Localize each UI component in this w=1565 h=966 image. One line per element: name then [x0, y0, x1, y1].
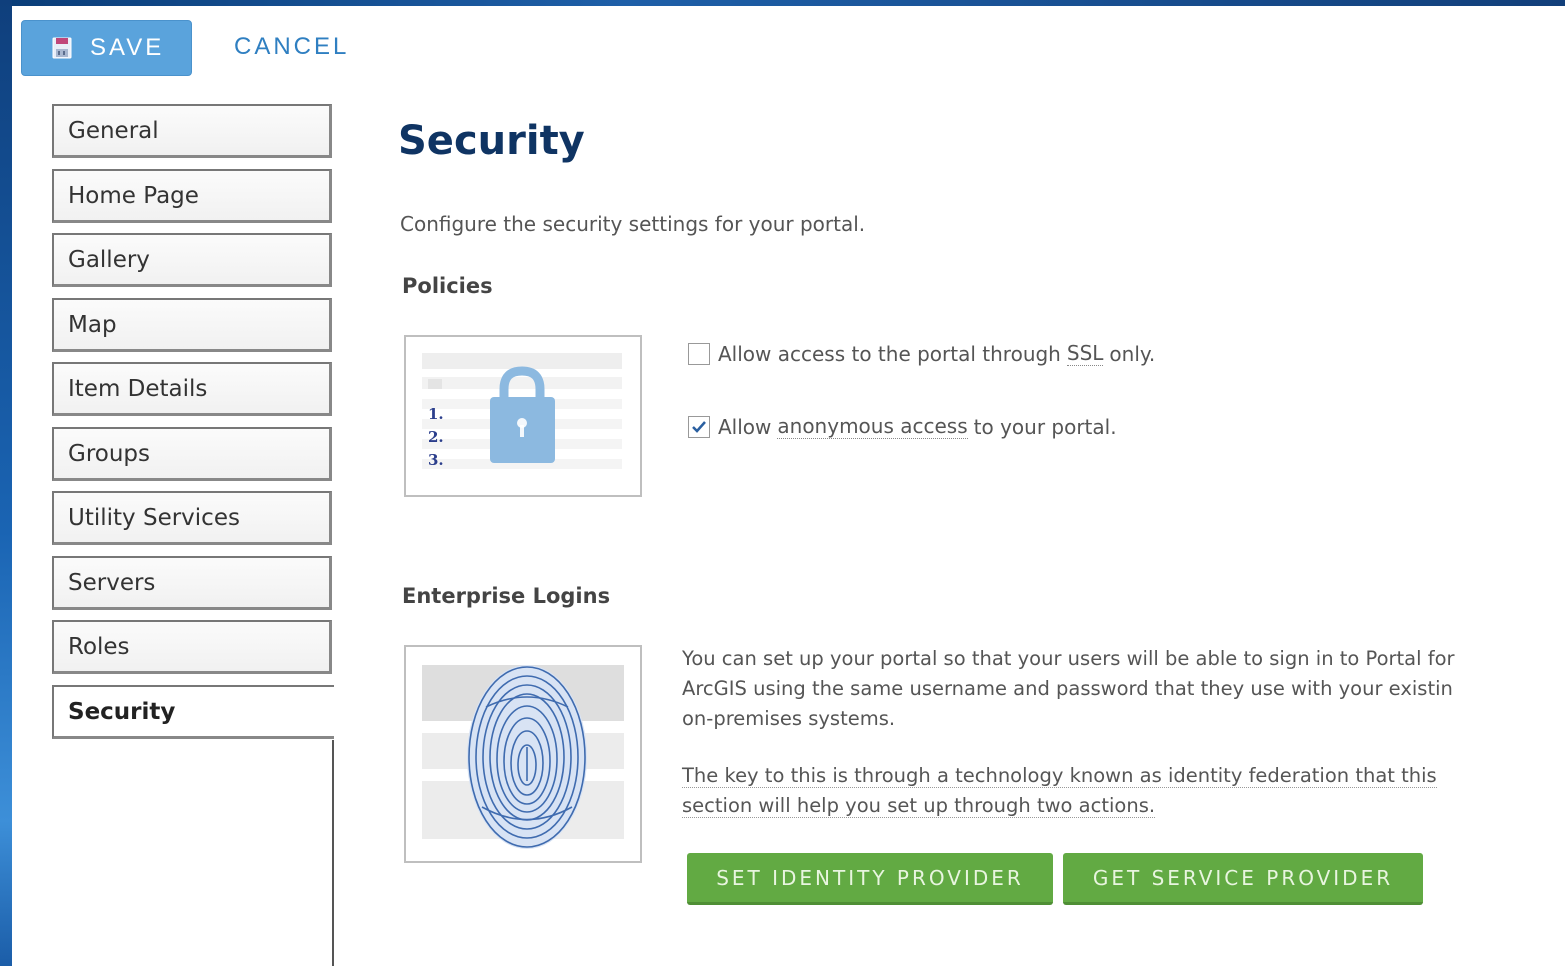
anonymous-option-text-before: Allow — [718, 414, 772, 439]
enterprise-desc-line-3: on-premises systems. — [682, 707, 896, 730]
sidebar-item-servers[interactable]: Servers — [52, 556, 332, 610]
cancel-button[interactable]: CANCEL — [234, 33, 349, 61]
fingerprint-icon — [422, 665, 624, 849]
save-button-label: SAVE — [90, 34, 165, 61]
sidebar-item-security[interactable]: Security — [52, 685, 334, 739]
list-number-1: 1. — [428, 405, 444, 423]
federation-link-line-1[interactable]: The key to this is through a technology … — [682, 764, 1437, 788]
anonymous-access-checkbox[interactable] — [688, 415, 710, 438]
federation-link-line-2[interactable]: section will help you set up through two… — [682, 794, 1156, 818]
sidebar-item-gallery[interactable]: Gallery — [52, 233, 332, 287]
page-title: Security — [398, 118, 585, 164]
page-description: Configure the security settings for your… — [400, 212, 866, 236]
sidebar-item-map[interactable]: Map — [52, 298, 332, 352]
ssl-only-option: Allow access to the portal through SSL o… — [688, 341, 1155, 366]
save-button[interactable]: SAVE — [21, 20, 192, 76]
enterprise-description: You can set up your portal so that your … — [682, 644, 1562, 734]
ssl-link[interactable]: SSL — [1066, 341, 1104, 366]
sidebar-item-groups[interactable]: Groups — [52, 427, 332, 481]
sidebar-item-roles[interactable]: Roles — [52, 620, 332, 674]
lock-icon: 1. 2. 3. — [422, 353, 622, 469]
sidebar-divider — [332, 740, 334, 966]
list-number-3: 3. — [428, 451, 444, 469]
desktop-edge-top — [0, 0, 1565, 6]
checkmark-icon — [692, 420, 706, 433]
anonymous-access-option: Allow anonymous access to your portal. — [688, 414, 1117, 439]
policies-illustration: 1. 2. 3. — [404, 335, 642, 497]
list-number-2: 2. — [428, 428, 444, 446]
enterprise-desc-line-2: ArcGIS using the same username and passw… — [682, 677, 1453, 700]
anonymous-option-text-after: to your portal. — [973, 414, 1117, 439]
anonymous-access-link[interactable]: anonymous access — [777, 414, 968, 439]
desktop-edge-left — [0, 0, 12, 966]
identity-federation-description: The key to this is through a technology … — [682, 761, 1562, 821]
set-identity-provider-button[interactable]: SET IDENTITY PROVIDER — [687, 853, 1053, 905]
enterprise-logins-heading: Enterprise Logins — [402, 584, 611, 608]
ssl-option-text-before: Allow access to the portal through — [718, 341, 1061, 366]
sidebar-item-utility-services[interactable]: Utility Services — [52, 491, 332, 545]
ssl-only-checkbox[interactable] — [688, 342, 710, 365]
sidebar-item-home-page[interactable]: Home Page — [52, 169, 332, 223]
enterprise-illustration — [404, 645, 642, 863]
sidebar-item-general[interactable]: General — [52, 104, 332, 158]
enterprise-desc-line-1: You can set up your portal so that your … — [682, 647, 1455, 670]
policies-heading: Policies — [402, 274, 493, 298]
ssl-option-text-after: only. — [1109, 341, 1156, 366]
sidebar-item-item-details[interactable]: Item Details — [52, 362, 332, 416]
floppy-disk-icon — [52, 37, 72, 59]
get-service-provider-button[interactable]: GET SERVICE PROVIDER — [1063, 853, 1423, 905]
